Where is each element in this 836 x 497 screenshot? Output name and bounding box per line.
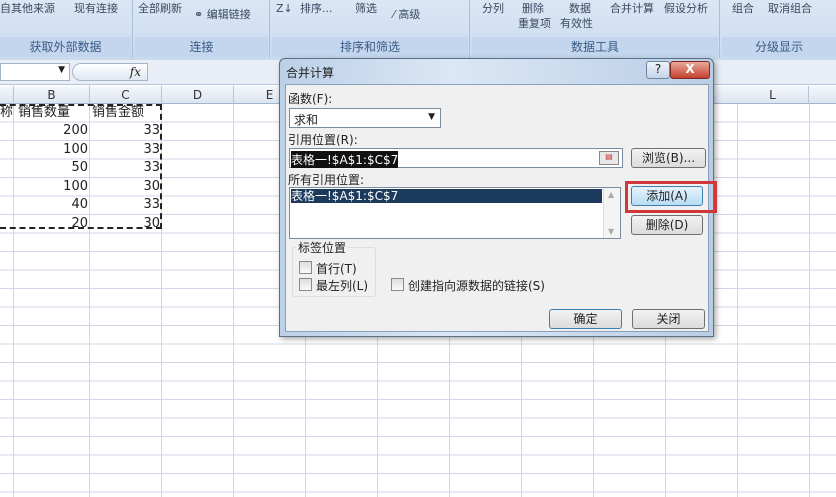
column-header-l[interactable]: L <box>737 86 809 104</box>
copy-marquee <box>0 104 162 229</box>
consolidate-dialog: 合并计算 ? X 函数(F): 求和 ▼ 引用位置(R): 表格一!$A$1:$… <box>279 58 717 337</box>
sort-az-icon[interactable]: Z↓ <box>276 2 293 15</box>
existing-connections-button[interactable]: 现有连接 <box>74 0 118 16</box>
data-validation-button[interactable]: 数据 <box>569 0 591 16</box>
left-column-checkbox[interactable] <box>299 278 312 291</box>
function-value: 求和 <box>294 113 319 127</box>
all-references-list[interactable]: 表格一!$A$1:$C$7 ▲ ▼ <box>289 187 621 239</box>
scrollbar[interactable]: ▲ ▼ <box>603 188 620 238</box>
sort-button[interactable]: 排序... <box>300 0 333 16</box>
ok-button[interactable]: 确定 <box>549 309 622 329</box>
top-row-label[interactable]: 首行(T) <box>316 260 357 277</box>
close-button[interactable]: 关闭 <box>632 309 705 329</box>
text-to-columns-button[interactable]: 分列 <box>482 0 504 16</box>
close-icon[interactable]: X <box>670 61 710 79</box>
consolidate-button[interactable]: 合并计算 <box>610 0 654 16</box>
group-label-sort-filter: 排序和筛选 <box>272 37 468 57</box>
remove-duplicates-button[interactable]: 删除 <box>522 0 544 16</box>
label-position-title: 标签位置 <box>296 239 349 256</box>
all-references-label: 所有引用位置: <box>288 173 365 187</box>
refresh-all-button[interactable]: 全部刷新 <box>138 0 182 16</box>
chevron-down-icon[interactable]: ▼ <box>58 65 65 75</box>
delete-button[interactable]: 删除(D) <box>631 215 703 235</box>
name-box[interactable]: ▼ <box>0 63 70 81</box>
link-source-label[interactable]: 创建指向源数据的链接(S) <box>408 277 545 294</box>
left-column-label[interactable]: 最左列(L) <box>316 277 368 294</box>
edit-links-button[interactable]: ⚭ 编辑链接 <box>194 6 251 22</box>
reference-input[interactable]: 表格一!$A$1:$C$7 ▤ <box>289 148 623 168</box>
data-validation-label2[interactable]: 有效性 <box>560 15 593 31</box>
advanced-label: 高级 <box>398 8 421 21</box>
function-label: 函数(F): <box>288 92 333 106</box>
collapse-dialog-icon[interactable]: ▤ <box>599 151 619 165</box>
function-select[interactable]: 求和 ▼ <box>289 108 441 128</box>
scroll-up-icon[interactable]: ▲ <box>608 190 614 199</box>
link-source-checkbox[interactable] <box>391 278 404 291</box>
edit-links-label: 编辑链接 <box>206 8 251 21</box>
chevron-down-icon: ▼ <box>428 112 435 122</box>
browse-button[interactable]: 浏览(B)... <box>631 148 706 168</box>
from-other-sources-button[interactable]: 自其他来源 <box>0 0 55 16</box>
top-row-checkbox[interactable] <box>299 261 312 274</box>
scroll-down-icon[interactable]: ▼ <box>608 227 614 236</box>
advanced-button[interactable]: ⁄ 高级 <box>393 6 420 22</box>
column-header-b[interactable]: B <box>14 86 90 104</box>
group-label-data-tools: 数据工具 <box>472 37 718 57</box>
dialog-title: 合并计算 <box>286 66 335 80</box>
add-button[interactable]: 添加(A) <box>631 186 703 206</box>
group-button[interactable]: 组合 <box>732 0 754 16</box>
column-header-d[interactable]: D <box>162 86 234 104</box>
filter-button[interactable]: 筛选 <box>355 0 377 16</box>
reference-value: 表格一!$A$1:$C$7 <box>291 151 399 168</box>
reference-list-item[interactable]: 表格一!$A$1:$C$7 <box>291 189 602 203</box>
group-label-outline: 分级显示 <box>722 37 836 57</box>
column-header-a[interactable] <box>0 86 14 104</box>
column-header-c[interactable]: C <box>90 86 162 104</box>
reference-label: 引用位置(R): <box>288 133 358 147</box>
ribbon: 自其他来源 现有连接 全部刷新 ⚭ 编辑链接 Z↓ 排序... 筛选 ⁄ 高级 … <box>0 0 836 60</box>
help-button[interactable]: ? <box>646 61 670 79</box>
what-if-button[interactable]: 假设分析 <box>664 0 708 16</box>
remove-duplicates-label2[interactable]: 重复项 <box>518 15 551 31</box>
ungroup-button[interactable]: 取消组合 <box>768 0 812 16</box>
fx-icon[interactable]: fx <box>72 63 148 81</box>
group-label-external-data: 获取外部数据 <box>0 37 131 57</box>
group-label-connections: 连接 <box>135 37 268 57</box>
